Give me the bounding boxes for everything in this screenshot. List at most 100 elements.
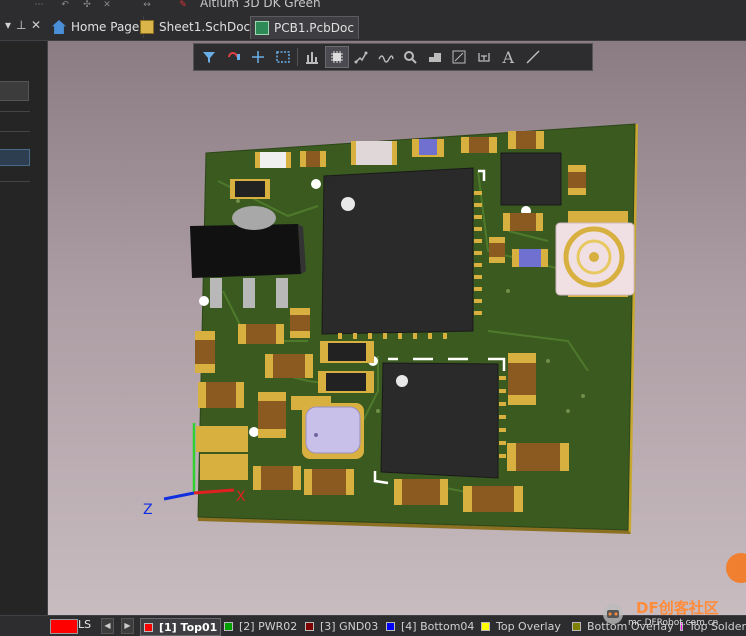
chip-pin1-marker: [341, 197, 355, 211]
capacitor: [489, 237, 505, 263]
align-icon: [306, 52, 319, 64]
capacitor: [198, 382, 244, 408]
dropdown-icon[interactable]: ▾: [5, 18, 11, 32]
layer-tab-gnd03[interactable]: [3] GND03: [305, 618, 378, 634]
tool-icon[interactable]: ✣: [80, 0, 94, 10]
axis-z-label: Z: [143, 502, 153, 518]
menu-icon[interactable]: ⋯: [32, 0, 46, 10]
capacitor: [265, 354, 313, 378]
pcb-active-bar: A: [193, 43, 593, 71]
capacitor: [238, 324, 284, 344]
led-blue: [412, 139, 444, 157]
axis-x-label: X: [236, 489, 246, 505]
layer-tab-top-overlay[interactable]: Top Overlay: [481, 618, 561, 634]
panel-selected-item[interactable]: [0, 149, 30, 166]
pin-icon[interactable]: ⊥: [16, 18, 26, 32]
place-string-button[interactable]: A: [496, 46, 521, 68]
fiducial: [249, 427, 259, 437]
crosshair-icon: [252, 51, 265, 63]
current-layer-color[interactable]: [50, 619, 78, 634]
undo-icon[interactable]: ↶: [58, 0, 72, 10]
divider: [0, 111, 30, 112]
diode-black: [230, 179, 270, 199]
tab-sheet1-schdoc[interactable]: Sheet1.SchDoc *: [136, 16, 265, 38]
differential-pair-icon: [378, 55, 394, 63]
title-bar: ⋯ ↶ ✣ ✕ ↔ ✎ Altium 3D DK Green: [0, 0, 746, 14]
capacitor: [507, 443, 569, 471]
toolbar-separator: [297, 48, 298, 66]
capacitor: [463, 486, 523, 512]
close-icon[interactable]: ✕: [31, 18, 41, 32]
crosshair-button[interactable]: [246, 46, 271, 68]
layer-set-button[interactable]: LS: [78, 618, 91, 631]
home-icon: [52, 20, 66, 34]
tab-pcb1-pcbdoc[interactable]: PCB1.PcbDoc: [250, 16, 359, 39]
capacitor: [290, 308, 310, 338]
select-area-button[interactable]: [271, 46, 296, 68]
place-string-icon: A: [502, 47, 515, 67]
watermark-text: DF创客社区: [636, 599, 719, 617]
view-config-name[interactable]: Altium 3D DK Green: [200, 0, 321, 10]
differential-pair-button[interactable]: [374, 46, 399, 68]
capacitor: [461, 137, 497, 153]
robot-logo-icon: [603, 604, 623, 624]
layer-scroll-left-button[interactable]: ◀: [101, 618, 114, 634]
layer-swatch: [481, 621, 490, 631]
route-net-icon: [354, 51, 368, 64]
pcb-3d-viewport[interactable]: X Z: [48, 41, 746, 615]
capacitor: [508, 353, 536, 405]
place-via-icon: [404, 51, 417, 64]
fiducial: [199, 296, 209, 306]
schematic-doc-icon: [140, 20, 154, 34]
place-line-button[interactable]: [521, 46, 546, 68]
capacitor: [300, 151, 326, 167]
regulator-pins: [210, 278, 288, 308]
axis-z: [163, 491, 195, 501]
layer-swatch: [144, 622, 153, 632]
divider: [0, 181, 30, 182]
led-grey: [351, 141, 397, 165]
close-icon[interactable]: ✕: [100, 0, 114, 10]
sensor-chip: [500, 152, 562, 206]
layer-tab-pwr02[interactable]: [2] PWR02: [224, 618, 297, 634]
layer-swatch: [572, 621, 581, 631]
layer-swatch: [305, 621, 314, 631]
capacitor: [304, 469, 354, 495]
diode-black: [320, 341, 374, 363]
layer-swatch: [386, 621, 395, 631]
mcu-chip: [321, 167, 474, 335]
led-white: [255, 152, 291, 168]
dimension-button[interactable]: [447, 46, 472, 68]
capacitor: [508, 131, 544, 149]
pcb-3d-render: X Z: [143, 123, 638, 534]
layer-swatch: [224, 621, 233, 631]
interactive-routing-button[interactable]: [222, 46, 247, 68]
dimension-icon: [452, 50, 466, 64]
filter-button[interactable]: [197, 46, 222, 68]
projects-panel: [0, 41, 48, 615]
place-polygon-button[interactable]: [423, 46, 448, 68]
view-config-icon[interactable]: ✎: [176, 0, 190, 10]
watermark: DF创客社区 mc.DFRobot.com.cn: [596, 553, 746, 635]
pressure-sensor: [302, 403, 364, 459]
document-tab-bar: ▾ ⊥ ✕ Home Page Sheet1.SchDoc * PCB1.Pcb…: [0, 14, 746, 41]
led-blue: [512, 249, 548, 267]
align-button[interactable]: [300, 46, 325, 68]
arrow-icon[interactable]: ↔: [140, 0, 154, 10]
place-component-icon: [330, 51, 343, 63]
layer-tab-bottom04[interactable]: [4] Bottom04: [386, 618, 474, 634]
place-via-button[interactable]: [398, 46, 423, 68]
place-component-button[interactable]: [324, 46, 349, 68]
panel-search-field[interactable]: [0, 81, 29, 101]
tab-label: PCB1.PcbDoc: [274, 21, 354, 35]
layer-scroll-right-button[interactable]: ▶: [121, 618, 134, 634]
interactive-routing-icon: [227, 52, 240, 60]
regulator-tab: [232, 206, 276, 230]
fiducial: [311, 179, 321, 189]
capacitor: [253, 466, 301, 490]
place-text-box-button[interactable]: [472, 46, 497, 68]
layer-tab-top01[interactable]: [1] Top01: [140, 618, 222, 636]
capacitor: [258, 392, 286, 438]
tab-home-page[interactable]: Home Page: [48, 16, 145, 38]
route-net-button[interactable]: [349, 46, 374, 68]
